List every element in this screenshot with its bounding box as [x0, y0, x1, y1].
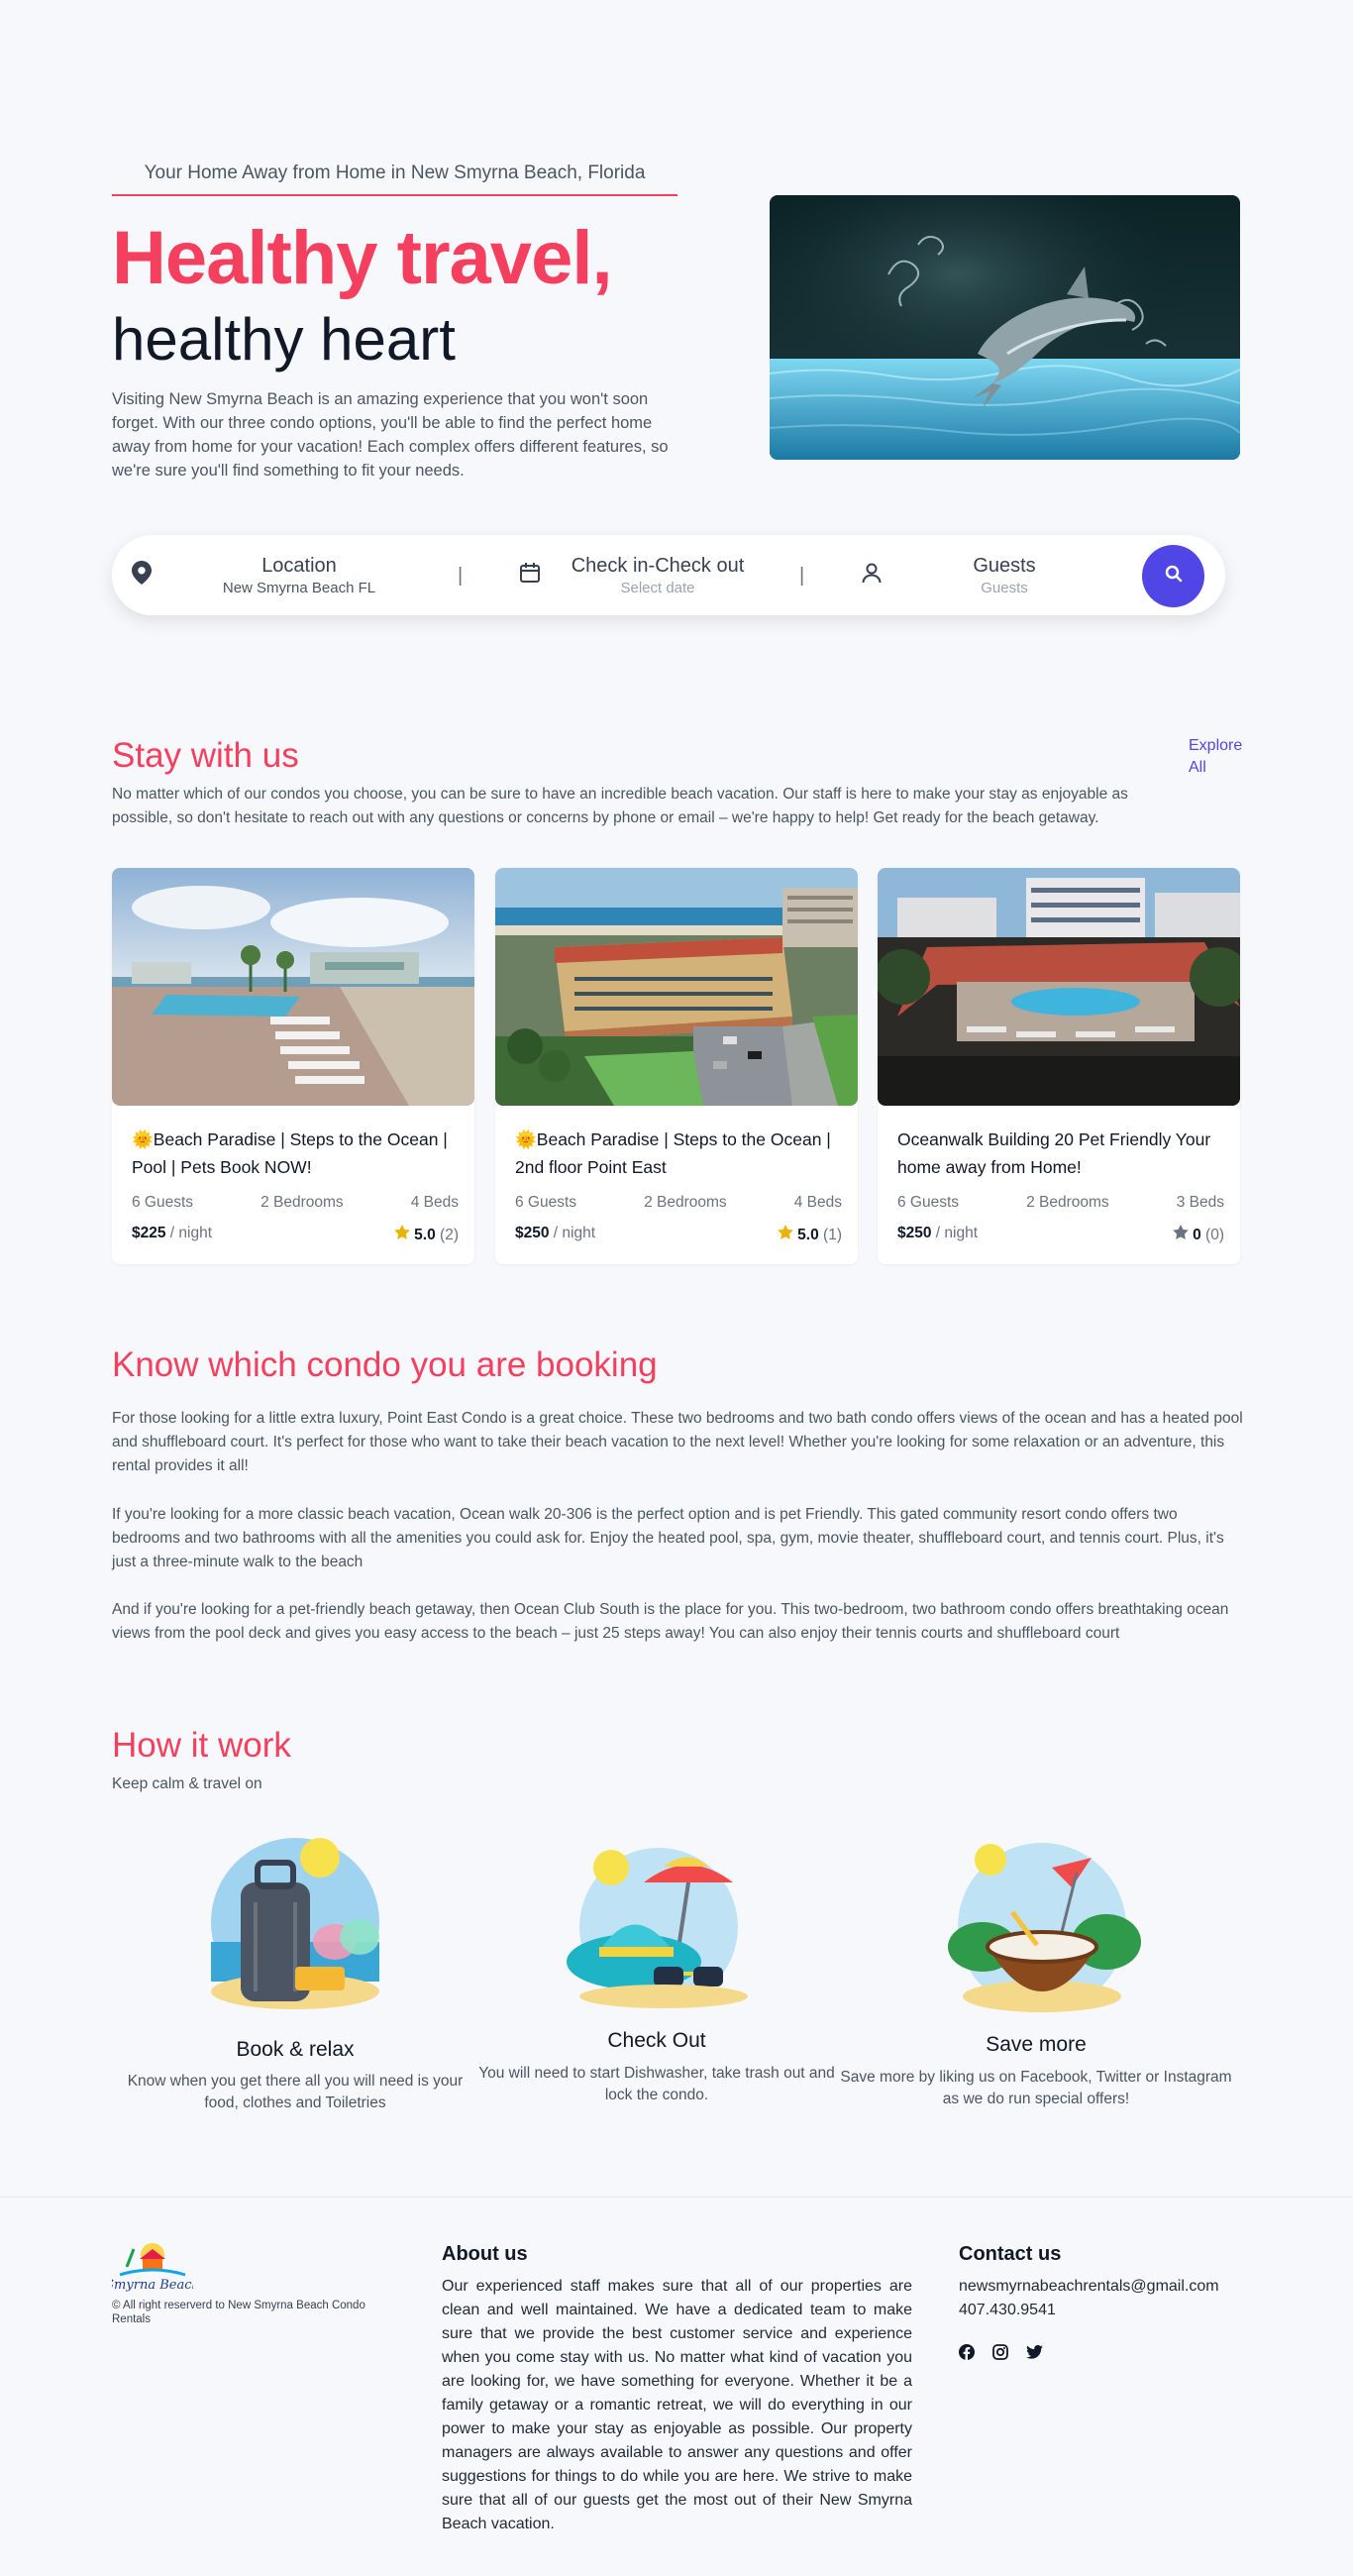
facebook-icon[interactable]	[959, 2344, 975, 2365]
listing-title[interactable]: Oceanwalk Building 20 Pet Friendly Your …	[897, 1126, 1224, 1181]
listing-image-pool	[112, 868, 474, 1106]
listing-title[interactable]: 🌞Beach Paradise | Steps to the Ocean | P…	[132, 1126, 459, 1181]
listing-card[interactable]: Oceanwalk Building 20 Pet Friendly Your …	[878, 868, 1240, 1264]
hero-dolphin-image	[770, 195, 1240, 460]
search-bar: Location New Smyrna Beach FL | Check in-…	[112, 535, 1225, 615]
star-icon	[394, 1225, 410, 1243]
stay-description: No matter which of our condos you choose…	[112, 786, 1128, 826]
listing-guests: 6 Guests	[515, 1194, 577, 1211]
listing-card[interactable]: 🌞Beach Paradise | Steps to the Ocean | 2…	[495, 868, 858, 1264]
footer-copyright: © All right reserverd to New Smyrna Beac…	[112, 2300, 365, 2325]
explore-all-link[interactable]: Explore All	[1189, 735, 1248, 779]
listing-guests: 6 Guests	[897, 1194, 960, 1211]
know-paragraph-1: For those looking for a little extra lux…	[112, 1410, 1243, 1474]
star-icon	[778, 1225, 793, 1243]
listing-beds: 4 Beds	[410, 1194, 459, 1211]
step-title: Book & relax	[236, 2038, 355, 2061]
listing-price: $250 / night	[515, 1225, 596, 1241]
listing-price: $225 / night	[132, 1225, 213, 1241]
listing-image-resort	[878, 868, 1240, 1106]
luggage-illustration	[196, 1833, 394, 2016]
listing-title[interactable]: 🌞Beach Paradise | Steps to the Ocean | 2…	[515, 1126, 842, 1181]
location-label: Location	[261, 554, 337, 577]
contact-email[interactable]: newsmyrnabeachrentals@gmail.com	[959, 2275, 1219, 2299]
listing-bedrooms: 2 Bedrooms	[1026, 1194, 1109, 1211]
know-paragraph-2: If you're looking for a more classic bea…	[112, 1506, 1224, 1570]
contact-phone[interactable]: 407.430.9541	[959, 2299, 1056, 2322]
footer-divider	[0, 2197, 1353, 2198]
footer-logo[interactable]: Smyrna Beach	[105, 2237, 200, 2302]
step-title: Save more	[986, 2033, 1087, 2056]
know-title: Know which condo you are booking	[112, 1345, 658, 1384]
listing-rating: 5.0 (1)	[778, 1225, 842, 1244]
step-text: Save more by liking us on Facebook, Twit…	[840, 2069, 1232, 2107]
about-title: About us	[442, 2243, 528, 2265]
beach-hat-illustration	[560, 1843, 758, 2016]
guests-placeholder: Guests	[981, 579, 1028, 596]
stay-title: Stay with us	[112, 736, 299, 775]
know-paragraph-3: And if you're looking for a pet-friendly…	[112, 1601, 1229, 1642]
about-text: Our experienced staff makes sure that al…	[442, 2278, 912, 2532]
coconut-drink-illustration	[943, 1838, 1141, 2021]
social-links	[959, 2344, 1043, 2365]
logo-text: Smyrna Beach	[112, 2278, 193, 2293]
guests-label: Guests	[973, 554, 1036, 577]
dates-label: Check in-Check out	[571, 554, 745, 577]
hero-subtitle: healthy heart	[112, 306, 456, 373]
listing-image-aerial	[495, 868, 858, 1106]
listing-beds: 3 Beds	[1176, 1194, 1224, 1211]
instagram-icon[interactable]	[992, 2344, 1008, 2365]
step-title: Check Out	[607, 2029, 706, 2052]
hero-tagline: Your Home Away from Home in New Smyrna B…	[112, 159, 677, 196]
listing-bedrooms: 2 Bedrooms	[644, 1194, 727, 1211]
user-icon	[860, 561, 885, 590]
search-separator: |	[799, 565, 805, 587]
step-text: You will need to start Dishwasher, take …	[478, 2065, 835, 2103]
how-subtitle: Keep calm & travel on	[112, 1775, 262, 1792]
contact-title: Contact us	[959, 2243, 1062, 2265]
search-button[interactable]	[1142, 545, 1204, 607]
star-icon	[1172, 1225, 1189, 1243]
search-separator: |	[458, 565, 464, 587]
step-text: Know when you get there all you will nee…	[127, 2073, 464, 2111]
search-icon	[1164, 564, 1184, 589]
listing-card[interactable]: 🌞Beach Paradise | Steps to the Ocean | P…	[112, 868, 474, 1264]
location-value: New Smyrna Beach FL	[222, 579, 376, 596]
hero-description: Visiting New Smyrna Beach is an amazing …	[112, 390, 669, 480]
guests-field[interactable]: Guests Guests	[860, 535, 1127, 615]
dates-field[interactable]: Check in-Check out Select date	[518, 535, 825, 615]
location-field[interactable]: Location New Smyrna Beach FL	[132, 535, 508, 615]
location-pin-icon	[132, 561, 156, 590]
calendar-icon	[518, 561, 544, 590]
dates-placeholder: Select date	[620, 579, 695, 596]
listing-beds: 4 Beds	[793, 1194, 842, 1211]
listing-rating: 5.0 (2)	[394, 1225, 459, 1244]
twitter-icon[interactable]	[1026, 2344, 1043, 2364]
listing-price: $250 / night	[897, 1225, 979, 1241]
listing-rating: 0 (0)	[1172, 1225, 1224, 1244]
hero-title: Healthy travel,	[112, 216, 613, 300]
how-title: How it work	[112, 1726, 291, 1765]
listing-guests: 6 Guests	[132, 1194, 194, 1211]
listing-bedrooms: 2 Bedrooms	[260, 1194, 344, 1211]
